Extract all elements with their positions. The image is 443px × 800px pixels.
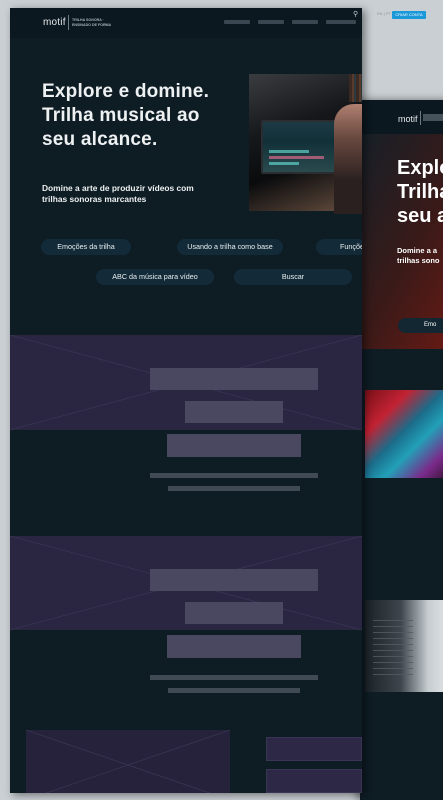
topic-pill-emocoes[interactable]: Emoções da trilha: [41, 239, 131, 255]
nav-bar: motif TRILHA SONORA · ENSINADO DE FORMA: [10, 8, 362, 38]
logo-tagline-secondary: [423, 114, 443, 121]
signup-button[interactable]: CRIAR CONTA: [392, 11, 426, 19]
placeholder-button-2[interactable]: [167, 635, 301, 658]
placeholder-card-2: [266, 769, 362, 793]
placeholder-heading-2: [150, 569, 318, 591]
nav-bar-secondary: motif: [360, 100, 443, 134]
placeholder-image: [26, 730, 230, 793]
nav-link-1[interactable]: [224, 20, 250, 24]
nav-link-4[interactable]: [326, 20, 356, 24]
topic-pill-funcoes[interactable]: Funções: [316, 239, 362, 255]
topic-pill-secondary[interactable]: Emo: [398, 318, 443, 333]
hero-title-secondary: Explo Trilha seu a: [397, 157, 443, 227]
mockup-main: motif TRILHA SONORA · ENSINADO DE FORMA …: [10, 8, 362, 793]
placeholder-text-line: [168, 688, 300, 693]
placeholder-card-1: [266, 737, 362, 761]
logo-divider: [420, 111, 421, 125]
placeholder-subheading-2: [185, 602, 283, 624]
nav-link-3[interactable]: [292, 20, 318, 24]
logo[interactable]: motif: [43, 17, 66, 28]
colorful-image: [365, 390, 443, 478]
hero-title: Explore e domine. Trilha musical ao seu …: [42, 81, 210, 150]
search-icon[interactable]: ⚲: [353, 10, 358, 18]
placeholder-heading-1: [150, 368, 318, 390]
placeholder-cross: [26, 730, 230, 793]
topic-pill-buscar[interactable]: Buscar: [234, 269, 352, 285]
hero-subtitle: Domine a arte de produzir vídeos com tri…: [42, 183, 194, 204]
topic-pill-trilha-base[interactable]: Usando a trilha como base: [177, 239, 283, 255]
language-switch[interactable]: EN | PT: [377, 11, 391, 16]
logo-secondary[interactable]: motif: [398, 114, 418, 124]
placeholder-subheading-1: [185, 401, 283, 423]
hero-image: [249, 74, 362, 214]
hero-subtitle-secondary: Domine a a trilhas sono: [397, 246, 440, 265]
placeholder-text-line: [150, 675, 318, 680]
placeholder-text-line: [168, 486, 300, 491]
placeholder-text-line: [150, 473, 318, 478]
placeholder-button-1[interactable]: [167, 434, 301, 457]
topic-pill-abc[interactable]: ABC da música para vídeo: [96, 269, 214, 285]
nav-link-2[interactable]: [258, 20, 284, 24]
mockup-secondary: motif Explo Trilha seu a Domine a a tril…: [360, 100, 443, 800]
sheet-music-image: [365, 600, 443, 692]
logo-tagline: TRILHA SONORA · ENSINADO DE FORMA: [72, 18, 112, 27]
logo-divider: [68, 15, 69, 30]
